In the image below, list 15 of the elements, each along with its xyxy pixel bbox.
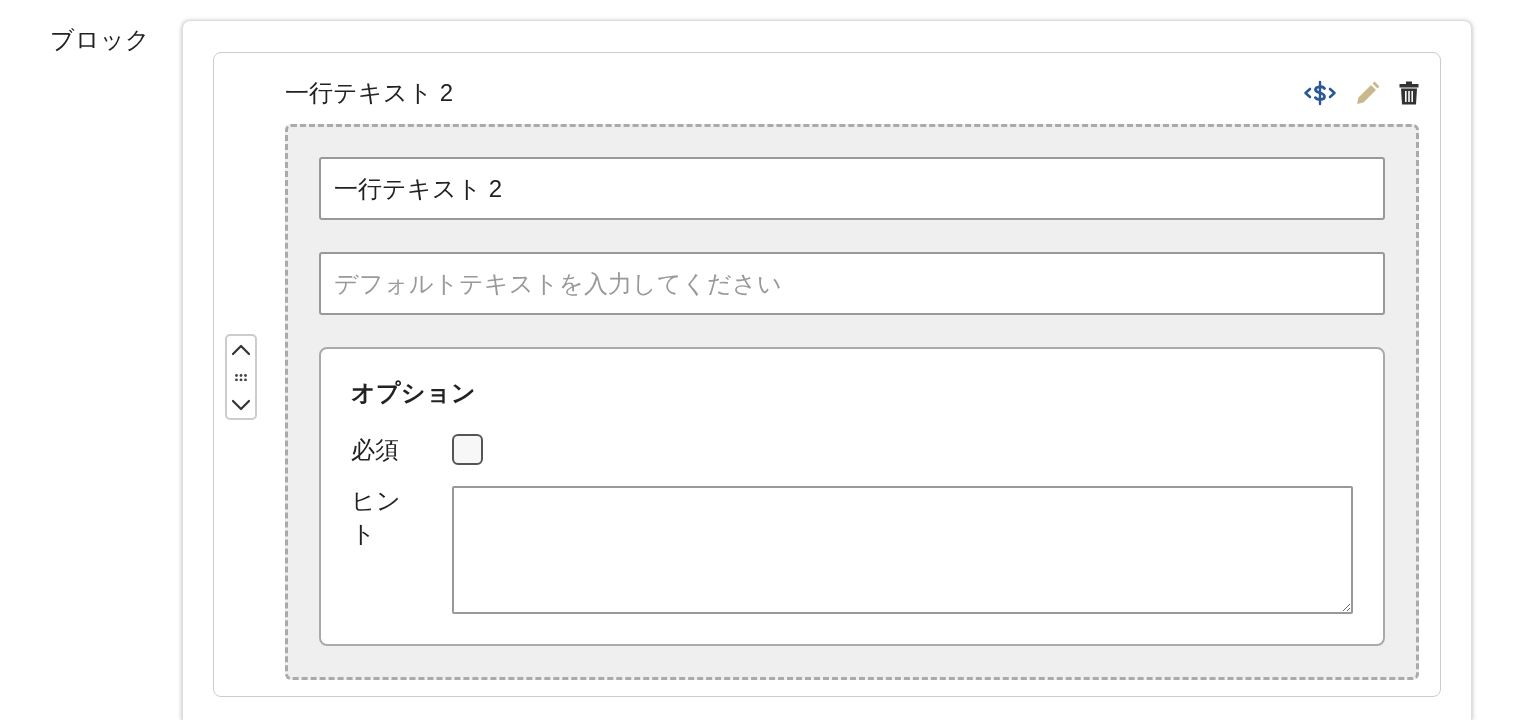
field-label: 必須 xyxy=(351,435,400,465)
block-title: 一行テキスト 2 xyxy=(285,78,454,108)
trash-icon[interactable] xyxy=(1399,81,1419,105)
checkbox[interactable] xyxy=(452,434,483,465)
options-heading: オプション xyxy=(351,378,477,408)
default-text-input-field[interactable]: デフォルトテキストを入力してください xyxy=(319,252,1385,315)
chevron-down-icon[interactable] xyxy=(231,398,251,411)
dollar-brackets-icon[interactable] xyxy=(1303,80,1337,106)
title-input-field[interactable]: 一行テキスト 2 xyxy=(319,157,1385,220)
chevron-up-icon[interactable] xyxy=(231,343,251,356)
field-label: ヒント xyxy=(351,486,402,549)
section-label: ブロック xyxy=(50,25,150,55)
hint-textarea-field[interactable] xyxy=(452,486,1353,614)
grip-dots-icon[interactable] xyxy=(235,373,247,381)
reorder-control[interactable] xyxy=(225,333,257,420)
